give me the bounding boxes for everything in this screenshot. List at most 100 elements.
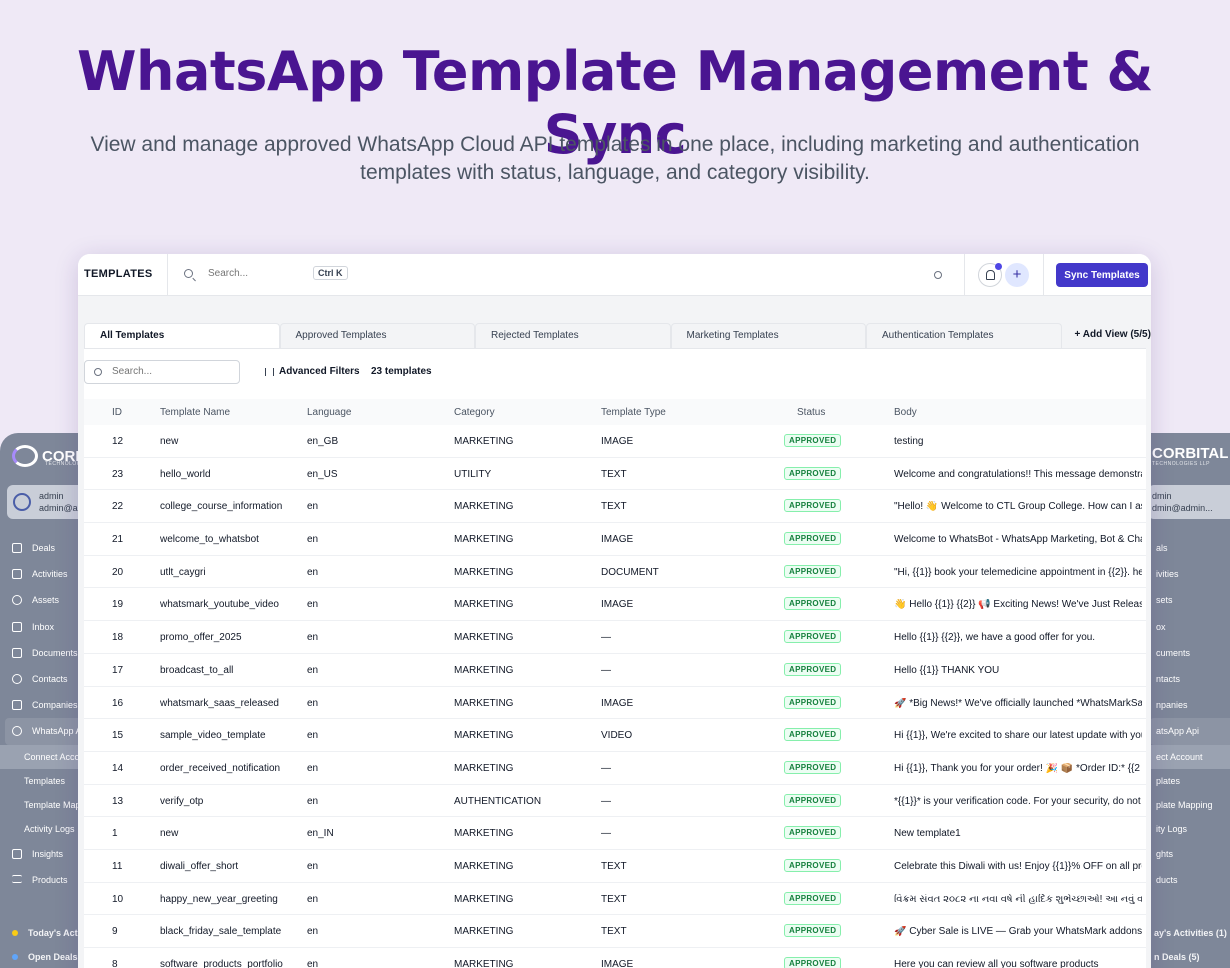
cell-body: New template1 [894, 828, 961, 840]
cell-body: 🚀 *Big News!* We've officially launched … [894, 697, 1142, 709]
search-icon [184, 269, 193, 278]
list-icon [12, 874, 22, 883]
cell-template-name: whatsmark_saas_released [160, 697, 279, 709]
table-search-input[interactable] [112, 366, 232, 377]
add-view-button[interactable]: + Add View (5/5) [1062, 323, 1152, 348]
cell-id: 13 [112, 795, 124, 807]
sidebar-item-label: Assets [32, 595, 60, 606]
cell-template-type: TEXT [601, 893, 627, 905]
yellow-dot-icon [12, 930, 18, 936]
sidebar-item-deals[interactable]: als [1150, 535, 1230, 561]
cell-id: 12 [112, 436, 124, 447]
cell-category: MARKETING [454, 664, 514, 676]
view-tabs: All Templates Approved Templates Rejecte… [84, 323, 1151, 348]
notifications-button[interactable] [978, 263, 1002, 287]
column-header-id[interactable]: ID [112, 407, 122, 418]
table-row[interactable]: 8 software_products_portfolio en MARKETING I… [84, 948, 1146, 968]
cell-template-type: TEXT [601, 926, 627, 938]
sidebar-subitem-templates[interactable]: plates [1150, 769, 1230, 793]
sidebar-item-label: Activities [32, 569, 68, 580]
open-deals[interactable]: n Deals (5) [1150, 945, 1230, 968]
user-card[interactable]: dmin dmin@admin... [1148, 485, 1230, 519]
tab-approved-templates[interactable]: Approved Templates [279, 323, 475, 348]
cell-language: en [307, 664, 319, 676]
todays-activities[interactable]: ay's Activities (1) [1150, 921, 1230, 945]
sidebar-item-documents[interactable]: cuments [1150, 640, 1230, 666]
global-search-input[interactable] [208, 268, 298, 279]
tab-rejected-templates[interactable]: Rejected Templates [475, 323, 671, 348]
table-row[interactable]: 23 hello_world en_US UTILITY TEXT APPROVED Wel… [84, 458, 1146, 491]
column-header-type[interactable]: Template Type [601, 407, 666, 418]
cell-body: 🚀 Cyber Sale is LIVE — Grab your WhatsMa… [894, 926, 1142, 938]
table-row[interactable]: 9 black_friday_sale_template en MARKETING TE… [84, 915, 1146, 948]
sidebar-item-contacts[interactable]: ntacts [1150, 666, 1230, 692]
cell-body: "Hello! 👋 Welcome to CTL Group College. … [894, 501, 1142, 513]
advanced-filters-button[interactable]: Advanced Filters [265, 366, 360, 377]
table-row[interactable]: 11 diwali_offer_short en MARKETING TEXT APPRO… [84, 850, 1146, 883]
cell-template-name: diwali_offer_short [160, 860, 239, 872]
sidebar-item-inbox[interactable]: ox [1150, 614, 1230, 640]
cell-language: en [307, 501, 319, 513]
sidebar-item-activities[interactable]: ivities [1150, 561, 1230, 587]
sidebar-item-assets[interactable]: sets [1150, 587, 1230, 613]
tab-marketing-templates[interactable]: Marketing Templates [670, 323, 866, 348]
footer-label: Today's Acti [28, 928, 81, 938]
sidebar-item-companies[interactable]: npanies [1150, 692, 1230, 718]
sidebar-subitem-template-mapping[interactable]: plate Mapping [1150, 793, 1230, 817]
tab-authentication-templates[interactable]: Authentication Templates [866, 323, 1062, 348]
tab-all-templates[interactable]: All Templates [84, 323, 280, 348]
status-badge: APPROVED [784, 826, 842, 840]
sidebar-item-insights[interactable]: ghts [1150, 841, 1230, 867]
cell-language: en_IN [307, 828, 334, 840]
add-button[interactable]: + [1005, 263, 1029, 287]
table-row[interactable]: 12 new en_GB MARKETING IMAGE APPROVED testing [84, 425, 1146, 458]
cell-template-type: IMAGE [601, 959, 634, 968]
cell-body: Celebrate this Diwali with us! Enjoy {{1… [894, 860, 1142, 872]
cell-language: en_US [307, 468, 338, 480]
column-header-category[interactable]: Category [454, 407, 495, 418]
sidebar-subitem-connect-account[interactable]: ect Account [1150, 744, 1230, 769]
cell-category: MARKETING [454, 959, 514, 968]
cell-body: Hi {{1}}, We're excited to share our lat… [894, 730, 1142, 742]
cell-category: MARKETING [454, 762, 514, 774]
table-row[interactable]: 18 promo_offer_2025 en MARKETING — APPROVED He… [84, 621, 1146, 654]
cell-category: MARKETING [454, 599, 514, 611]
cell-template-name: happy_new_year_greeting [160, 893, 278, 905]
cell-id: 8 [112, 959, 118, 968]
table-row[interactable]: 21 welcome_to_whatsbot en MARKETING IMAGE APP… [84, 523, 1146, 556]
status-badge: APPROVED [784, 499, 842, 513]
table-row[interactable]: 17 broadcast_to_all en MARKETING — APPROVED He… [84, 654, 1146, 687]
sun-icon[interactable] [934, 271, 942, 279]
status-badge: APPROVED [784, 760, 842, 774]
table-row[interactable]: 16 whatsmark_saas_released en MARKETING IMAG… [84, 687, 1146, 720]
sidebar-item-products[interactable]: ducts [1150, 867, 1230, 893]
column-header-language[interactable]: Language [307, 407, 352, 418]
table-row[interactable]: 10 happy_new_year_greeting en MARKETING TEXT… [84, 883, 1146, 916]
column-header-name[interactable]: Template Name [160, 407, 230, 418]
cell-id: 18 [112, 632, 124, 644]
cell-category: MARKETING [454, 697, 514, 709]
table-row[interactable]: 22 college_course_information en MARKETING T… [84, 490, 1146, 524]
sidebar-subitem-activity-logs[interactable]: ity Logs [1150, 817, 1230, 841]
cell-category: MARKETING [454, 730, 514, 742]
table-row[interactable]: 19 whatsmark_youtube_video en MARKETING IMAG… [84, 588, 1146, 622]
table-row[interactable]: 20 utlt_caygri en MARKETING DOCUMENT APPROVED… [84, 556, 1146, 589]
table-search[interactable] [84, 360, 240, 384]
table-row[interactable]: 13 verify_otp en AUTHENTICATION — APPROVED *{{… [84, 785, 1146, 818]
status-badge: APPROVED [784, 728, 842, 742]
sync-templates-button[interactable]: Sync Templates [1056, 263, 1148, 287]
cell-category: MARKETING [454, 566, 514, 578]
page-title: TEMPLATES [84, 268, 153, 280]
table-row[interactable]: 14 order_received_notification en MARKETING… [84, 752, 1146, 785]
cell-category: MARKETING [454, 860, 514, 872]
cell-template-name: new [160, 436, 179, 447]
blue-dot-icon [12, 954, 18, 960]
sidebar-item-whatsapp[interactable]: atsApp Api [1150, 718, 1230, 745]
cell-body: વિક્રમ સંવત ૨૦૮૨ ના નવા વર્ષ ની હાર્દિક … [894, 893, 1142, 905]
app-window: TEMPLATES Ctrl K + Sync Templates All Te… [78, 254, 1151, 968]
column-header-status[interactable]: Status [797, 407, 825, 418]
table-row[interactable]: 15 sample_video_template en MARKETING VIDEO A… [84, 719, 1146, 752]
table-row[interactable]: 1 new en_IN MARKETING — APPROVED New template1 [84, 817, 1146, 850]
column-header-body[interactable]: Body [894, 407, 917, 418]
search-shortcut: Ctrl K [313, 266, 348, 280]
